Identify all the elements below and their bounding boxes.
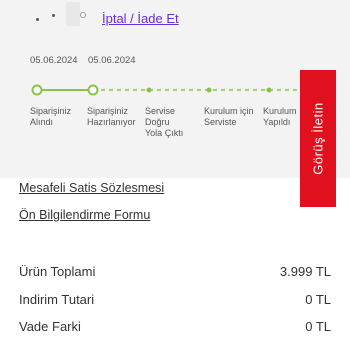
thumbnail-shape [66, 2, 80, 26]
step-marker-1 [31, 84, 43, 96]
step-date: 05.06.2024 [30, 55, 78, 66]
step-label-installed: Kurulum Yapıldı [263, 106, 297, 127]
step-marker-4 [206, 87, 212, 93]
step-label-received: Siparişiniz Alındı [30, 106, 72, 127]
summary-value: 3.999 TL [279, 264, 331, 279]
preliminary-info-form-link[interactable]: Ön Bilgilendirme Formu [19, 208, 150, 222]
step-date: 05.06.2024 [88, 55, 136, 66]
summary-value: 0 TL [305, 319, 331, 334]
step-marker-5 [266, 87, 272, 93]
step-label-at-service: Kurulum için Serviste [204, 106, 254, 127]
feedback-label: Görüş İletin [310, 102, 326, 175]
step-marker-2 [87, 84, 99, 96]
feedback-button[interactable]: Görüş İletin [300, 70, 336, 207]
thumbnail-dot [36, 18, 39, 21]
summary-label: Vade Farki [19, 319, 81, 334]
step-label-preparing: Siparişiniz Hazırlanıyor [87, 106, 136, 127]
cancel-return-link[interactable]: İptal / İade Et [102, 11, 179, 26]
order-progress-track [31, 84, 300, 96]
distance-sales-contract-link[interactable]: Mesafeli Satis Sözlesmesi [19, 181, 164, 195]
thumbnail-dot [52, 14, 55, 17]
order-status-card: İptal / İade Et 05.06.2024 05.06.2024 Si… [0, 0, 350, 178]
step-label-shipping: Servise Doğru Yola Çıktı [145, 106, 184, 138]
summary-value: 0 TL [305, 292, 331, 307]
step-marker-3 [146, 87, 152, 93]
summary-label: Ürün Toplami [19, 264, 96, 279]
summary-label: Indirim Tutari [19, 292, 95, 307]
thumbnail-shape [80, 12, 86, 18]
product-thumbnail[interactable] [18, 0, 88, 34]
